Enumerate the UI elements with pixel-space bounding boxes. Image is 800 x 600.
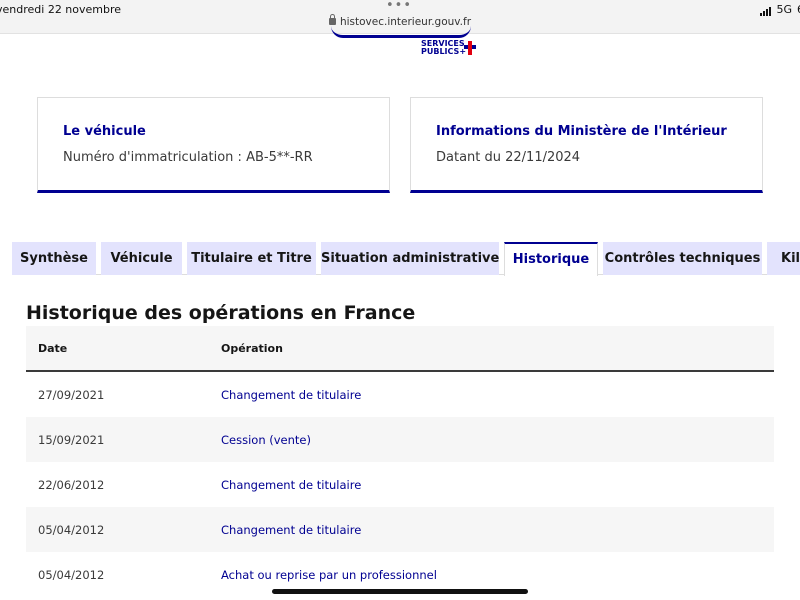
table-row: 15/09/2021 Cession (vente) xyxy=(26,417,774,462)
column-header-date: Date xyxy=(38,342,68,355)
section-title: Historique des opérations en France xyxy=(26,302,416,324)
row-date: 05/04/2012 xyxy=(38,568,105,582)
row-operation-link[interactable]: Changement de titulaire xyxy=(221,478,361,492)
signal-icon xyxy=(760,7,772,16)
row-operation-link[interactable]: Achat ou reprise par un professionnel xyxy=(221,568,437,582)
tab-vehicule[interactable]: Véhicule xyxy=(101,242,182,275)
services-publics-logo[interactable]: SERVICES PUBLICS+ xyxy=(421,40,466,56)
status-date: vendredi 22 novembre xyxy=(0,3,122,16)
tab-controles-techniques[interactable]: Contrôles techniques xyxy=(603,242,762,275)
ministry-date: Datant du 22/11/2024 xyxy=(436,150,581,165)
table-header: Date Opération xyxy=(26,326,774,372)
tab-synthese[interactable]: Synthèse xyxy=(12,242,96,275)
logo-line-2: PUBLICS+ xyxy=(421,47,467,56)
tab-titulaire-titre[interactable]: Titulaire et Titre xyxy=(187,242,316,275)
row-operation-link[interactable]: Changement de titulaire xyxy=(221,388,361,402)
ministry-card-title: Informations du Ministère de l'Intérieur xyxy=(436,124,727,139)
row-operation-link[interactable]: Changement de titulaire xyxy=(221,523,361,537)
row-date: 22/06/2012 xyxy=(38,478,105,492)
status-indicators: 5G 6 xyxy=(760,3,800,16)
ministry-card: Informations du Ministère de l'Intérieur… xyxy=(410,97,763,193)
tab-historique[interactable]: Historique xyxy=(504,242,598,276)
table-row: 27/09/2021 Changement de titulaire xyxy=(26,372,774,417)
row-date: 15/09/2021 xyxy=(38,433,105,447)
tab-situation-administrative[interactable]: Situation administrative xyxy=(321,242,499,275)
registration-number: Numéro d'immatriculation : AB-5**-RR xyxy=(63,150,313,165)
tab-kilometrage[interactable]: Kil xyxy=(767,242,800,275)
logo-plus-icon xyxy=(464,41,476,55)
operations-table: Date Opération 27/09/2021 Changement de … xyxy=(26,326,774,597)
row-operation-link[interactable]: Cession (vente) xyxy=(221,433,311,447)
table-row: 22/06/2012 Changement de titulaire xyxy=(26,462,774,507)
row-date: 27/09/2021 xyxy=(38,388,105,402)
header-pill xyxy=(331,24,471,38)
vehicle-card-title: Le véhicule xyxy=(63,124,146,139)
row-date: 05/04/2012 xyxy=(38,523,105,537)
table-row: 05/04/2012 Changement de titulaire xyxy=(26,507,774,552)
vehicle-card: Le véhicule Numéro d'immatriculation : A… xyxy=(37,97,390,193)
network-label: 5G xyxy=(776,3,792,16)
more-dots-icon[interactable]: ••• xyxy=(386,0,412,13)
home-indicator[interactable] xyxy=(272,589,528,594)
column-header-operation: Opération xyxy=(221,342,283,355)
